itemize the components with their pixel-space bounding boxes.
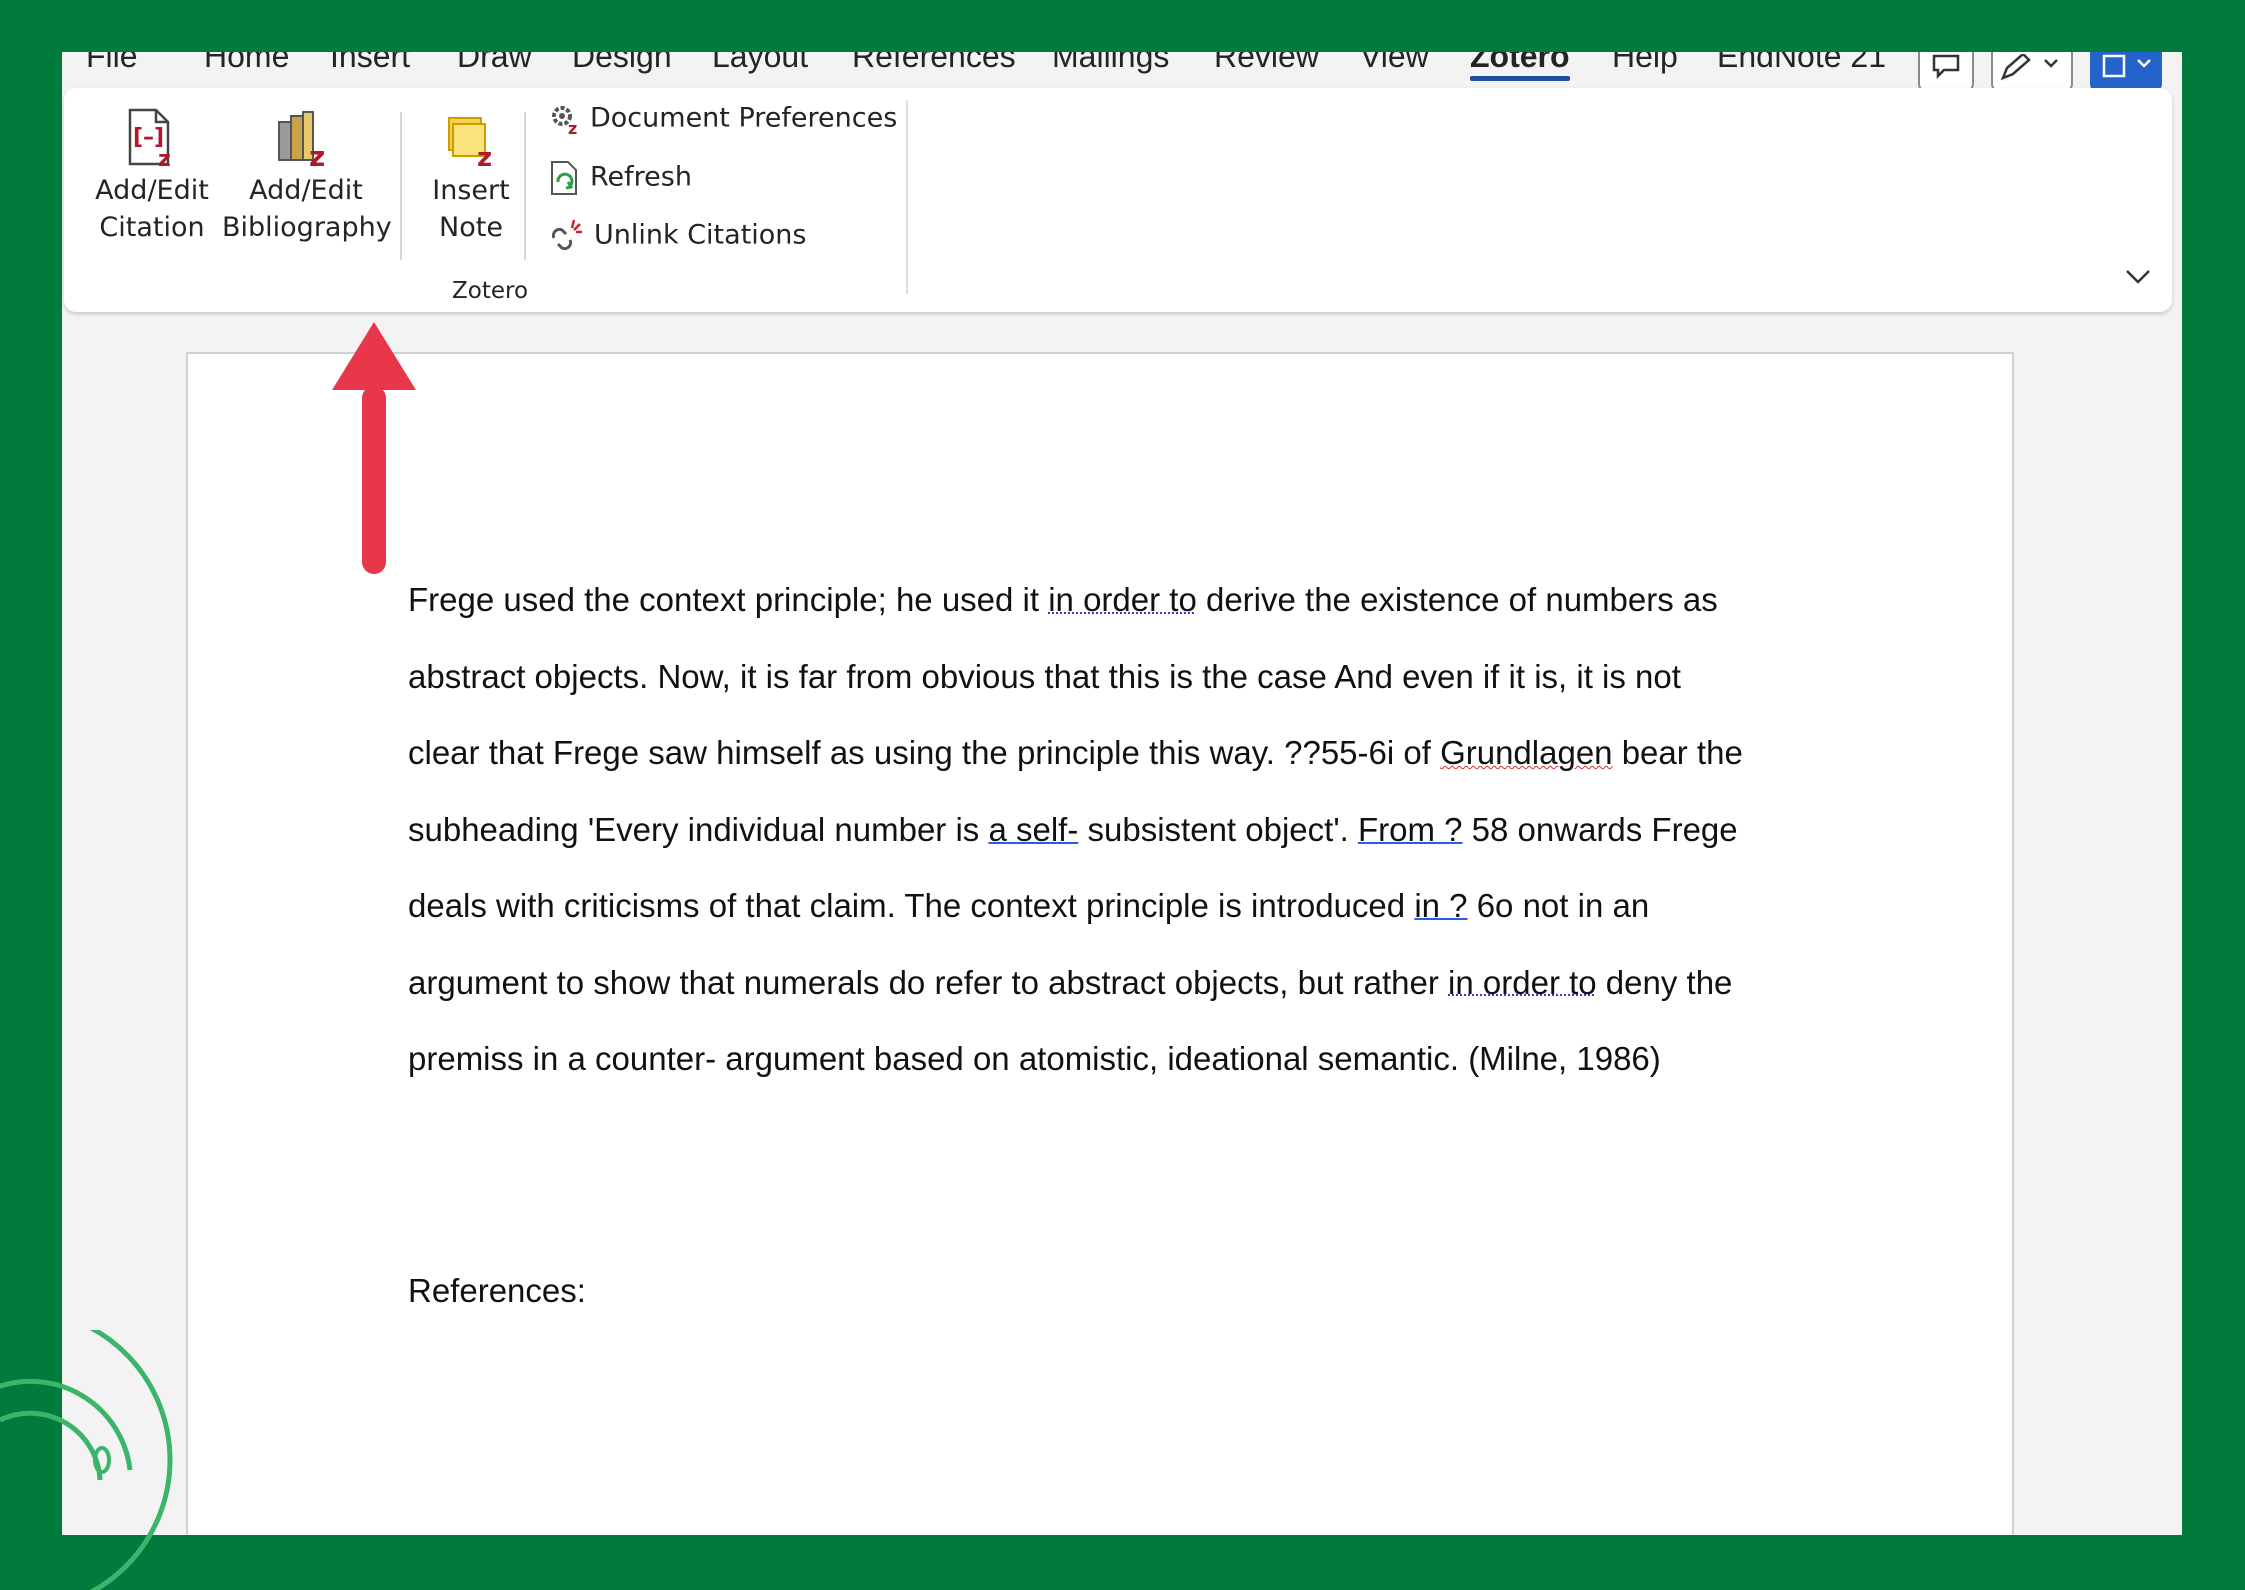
gear-icon: z [552,106,577,138]
ribbon-group-separator [906,100,908,294]
share-button[interactable] [2090,52,2162,92]
add-edit-bibliography-button[interactable]: z Add/Edit Bibliography [222,108,392,246]
ribbon-group-label: Zotero [452,278,529,304]
add-edit-bibliography-label-1: Add/Edit [249,175,363,206]
annotation-arrow-icon [332,322,416,574]
comments-button[interactable] [1918,52,1974,92]
refresh-button[interactable]: Refresh [548,160,692,196]
references-heading: References: [408,1272,586,1309]
svg-text:z: z [309,140,325,168]
insert-note-label-2: Note [439,212,503,243]
add-edit-citation-button[interactable]: [–] z Add/Edit Citation [94,108,210,246]
tab-file[interactable]: File [86,52,138,75]
tab-layout[interactable]: Layout [712,52,808,75]
svg-text:z: z [477,143,492,168]
tab-references[interactable]: References [852,52,1016,75]
tab-help[interactable]: Help [1612,52,1678,75]
pen-icon [2000,54,2058,81]
svg-text:z: z [568,119,577,136]
comment-icon [1932,54,1960,80]
ribbon-tab-row: File Home Insert Draw Design Layout Refe… [62,52,2182,92]
tab-mailings[interactable]: Mailings [1052,52,1169,75]
svg-text:z: z [158,147,171,168]
tab-insert[interactable]: Insert [330,52,410,75]
tab-review[interactable]: Review [1214,52,1319,75]
insert-note-button[interactable]: z Insert Note [416,108,526,246]
tab-design[interactable]: Design [572,52,672,75]
word-window: File Home Insert Draw Design Layout Refe… [62,52,2182,1535]
document-body[interactable]: Frege used the context principle; he use… [408,562,1748,1098]
refresh-icon [551,161,577,195]
editing-mode-button[interactable] [1991,52,2073,92]
tab-endnote[interactable]: EndNote 21 [1717,52,1886,75]
zotero-bibliography-icon: z [278,111,325,168]
add-edit-citation-label-2: Citation [99,212,205,243]
tab-draw[interactable]: Draw [457,52,532,75]
decorative-circle-logo-icon [0,1330,173,1590]
ribbon-separator [400,112,402,260]
zotero-ribbon: [–] z Add/Edit Citation z Add/Edit Bibli… [64,88,2172,312]
share-icon [2102,54,2151,78]
tab-zotero[interactable]: Zotero [1470,52,1570,81]
unlink-icon [551,219,582,251]
tab-view[interactable]: View [1360,52,1429,75]
add-edit-bibliography-label-2: Bibliography [222,212,392,243]
ribbon-separator [524,112,526,260]
tab-home[interactable]: Home [204,52,289,75]
document-preferences-button[interactable]: z Document Preferences [548,102,897,138]
zotero-citation-icon: [–] z [128,108,171,168]
document-page[interactable]: Frege used the context principle; he use… [186,352,2014,1535]
unlink-citations-button[interactable]: Unlink Citations [548,218,806,254]
collapse-ribbon-chevron-icon[interactable] [2124,268,2152,286]
insert-note-label-1: Insert [432,175,510,206]
add-edit-citation-label-1: Add/Edit [95,175,209,206]
zotero-note-icon: z [448,117,492,168]
